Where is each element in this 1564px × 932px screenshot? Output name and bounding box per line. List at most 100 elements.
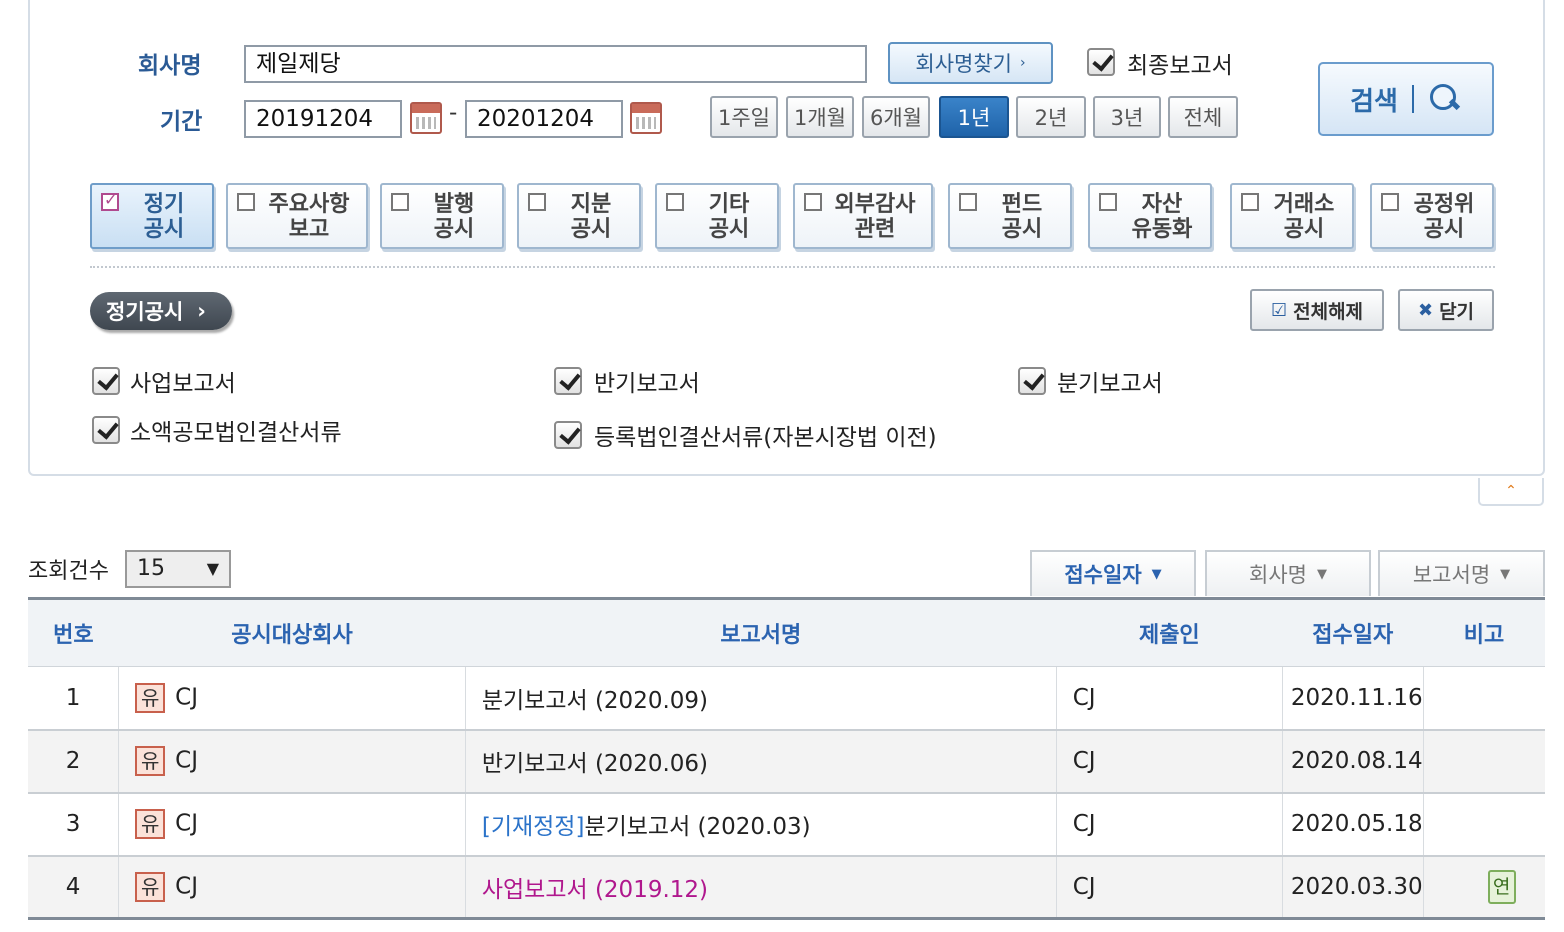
period-1month-button[interactable]: 1개월 (786, 96, 854, 138)
sort-by-report-button[interactable]: 보고서명 ▼ (1378, 550, 1545, 596)
submitter-cell: CJ (1055, 729, 1283, 794)
calendar-icon[interactable] (630, 102, 662, 134)
company-name-label: 회사명 (138, 53, 202, 79)
sort-by-company-button[interactable]: 회사명 ▼ (1205, 550, 1371, 596)
collapse-panel-button[interactable]: ⌃ (1478, 478, 1544, 506)
category-label: 자산 유동화 (1131, 192, 1193, 242)
period-2year-button[interactable]: 2년 (1016, 96, 1086, 138)
column-header[interactable]: 보고서명 (465, 598, 1057, 667)
date-cell: 2020.08.14 (1281, 729, 1424, 794)
chevron-down-icon: ▼ (206, 559, 219, 578)
period-3year-button[interactable]: 3년 (1093, 96, 1161, 138)
checkbox-icon (528, 193, 546, 211)
column-header[interactable]: 공시대상회사 (118, 598, 466, 667)
option-registered-corp-label: 등록법인결산서류(자본시장법 이전) (594, 425, 937, 451)
search-button[interactable]: 검색 (1318, 62, 1494, 136)
category-exchange[interactable]: 거래소 공시 (1230, 183, 1354, 249)
category-label: 공정위 공시 (1413, 192, 1475, 242)
submitter-cell: CJ (1055, 666, 1283, 731)
report-link[interactable]: 반기보고서 (2020.06) (482, 751, 708, 777)
column-header[interactable]: 번호 (28, 598, 119, 667)
company-link[interactable]: CJ (175, 873, 198, 899)
date-separator: - (449, 100, 458, 126)
category-other[interactable]: 기타 공시 (655, 183, 779, 249)
table-header-row: 번호 공시대상회사 보고서명 제출인 접수일자 비고 (28, 598, 1545, 667)
company-link[interactable]: CJ (175, 684, 198, 710)
category-equity[interactable]: 지분 공시 (517, 183, 641, 249)
option-registered-corp-checkbox[interactable] (554, 421, 582, 449)
column-header: 비고 (1423, 598, 1545, 667)
sort-down-icon: ▼ (1316, 566, 1327, 582)
sort-down-icon: ▼ (1500, 566, 1511, 582)
report-cell: 사업보고서 (2019.12) (464, 855, 1057, 920)
category-asset-securitization[interactable]: 자산 유동화 (1088, 183, 1212, 249)
option-small-offering-checkbox[interactable] (92, 416, 120, 444)
category-label: 기타 공시 (708, 192, 750, 242)
period-1week-button[interactable]: 1주일 (710, 96, 778, 138)
category-fund[interactable]: 펀드 공시 (948, 183, 1072, 249)
sort-by-date-button[interactable]: 접수일자 ▼ (1030, 550, 1196, 596)
chevron-right-icon: › (1020, 55, 1026, 71)
period-6month-button[interactable]: 6개월 (862, 96, 930, 138)
date-cell: 2020.03.30 (1281, 855, 1424, 920)
period-1year-button[interactable]: 1년 (939, 96, 1009, 138)
option-half-year-report-checkbox[interactable] (554, 367, 582, 395)
date-from-input[interactable]: 20191204 (244, 100, 402, 138)
sort-down-icon: ▼ (1151, 566, 1162, 582)
row-number: 2 (28, 729, 119, 794)
company-cell: 유 CJ (118, 729, 466, 794)
company-cell: 유 CJ (118, 792, 466, 857)
divider (90, 266, 1495, 268)
category-label: 주요사항 보고 (268, 192, 350, 242)
submitter-cell: CJ (1055, 855, 1283, 920)
search-panel: 회사명 제일제당 회사명찾기 › 최종보고서 기간 20191204 - 202… (28, 0, 1545, 476)
category-external-audit[interactable]: 외부감사 관련 (793, 183, 933, 249)
disclosure-table: 번호 공시대상회사 보고서명 제출인 접수일자 비고 1 유 CJ 분기보고서 (… (28, 597, 1545, 920)
result-count-select[interactable]: 15 ▼ (125, 550, 231, 588)
option-quarter-report-checkbox[interactable] (1018, 367, 1046, 395)
period-label: 기간 (160, 109, 203, 135)
market-mark-badge: 유 (135, 871, 166, 902)
report-link[interactable]: 사업보고서 (2019.12) (482, 877, 708, 903)
company-link[interactable]: CJ (175, 811, 198, 837)
calendar-icon[interactable] (410, 102, 442, 134)
subpanel-title-label: 정기공시 (106, 300, 184, 324)
period-all-button[interactable]: 전체 (1168, 96, 1238, 138)
table-row: 4 유 CJ 사업보고서 (2019.12) CJ 2020.03.30 연 (28, 855, 1545, 920)
final-report-checkbox[interactable] (1087, 48, 1115, 76)
date-to-input[interactable]: 20201204 (465, 100, 623, 138)
checkbox-icon (1099, 193, 1117, 211)
checkbox-icon: ☑ (1270, 299, 1288, 321)
chevron-up-icon: ⌃ (1505, 483, 1517, 499)
table-row: 2 유 CJ 반기보고서 (2020.06) CJ 2020.08.14 (28, 729, 1545, 794)
checkbox-icon (1241, 193, 1259, 211)
category-regular-disclosure[interactable]: 정기 공시 (90, 183, 214, 249)
consolidated-note-badge[interactable]: 연 (1487, 869, 1516, 904)
option-business-report-checkbox[interactable] (92, 367, 120, 395)
option-small-offering-label: 소액공모법인결산서류 (130, 420, 342, 446)
checkbox-icon (666, 193, 684, 211)
note-cell: 연 (1422, 855, 1545, 920)
table-row: 3 유 CJ [기재정정]분기보고서 (2020.03) CJ 2020.05.1… (28, 792, 1545, 857)
row-number: 1 (28, 666, 119, 731)
checkbox-icon (101, 190, 119, 211)
category-issuance[interactable]: 발행 공시 (380, 183, 504, 249)
market-mark-badge: 유 (135, 809, 166, 839)
category-fair-trade[interactable]: 공정위 공시 (1370, 183, 1494, 249)
market-mark-badge: 유 (135, 682, 166, 713)
report-link[interactable]: 분기보고서 (2020.09) (482, 688, 708, 714)
amendment-tag: [기재정정] (481, 814, 585, 840)
company-link[interactable]: CJ (175, 748, 198, 774)
deselect-all-button[interactable]: ☑ 전체해제 (1250, 289, 1384, 331)
close-button[interactable]: ✖ 닫기 (1398, 289, 1494, 331)
close-label: 닫기 (1439, 300, 1475, 323)
checkbox-icon (237, 193, 255, 211)
category-label: 정기 공시 (143, 192, 185, 242)
company-name-input[interactable]: 제일제당 (244, 45, 867, 83)
column-header[interactable]: 접수일자 (1282, 598, 1424, 667)
category-major-report[interactable]: 주요사항 보고 (226, 183, 368, 249)
date-cell: 2020.11.16 (1281, 666, 1424, 731)
report-link[interactable]: 분기보고서 (2020.03) (584, 814, 810, 840)
find-company-button[interactable]: 회사명찾기 › (888, 42, 1053, 84)
column-header[interactable]: 제출인 (1056, 598, 1283, 667)
